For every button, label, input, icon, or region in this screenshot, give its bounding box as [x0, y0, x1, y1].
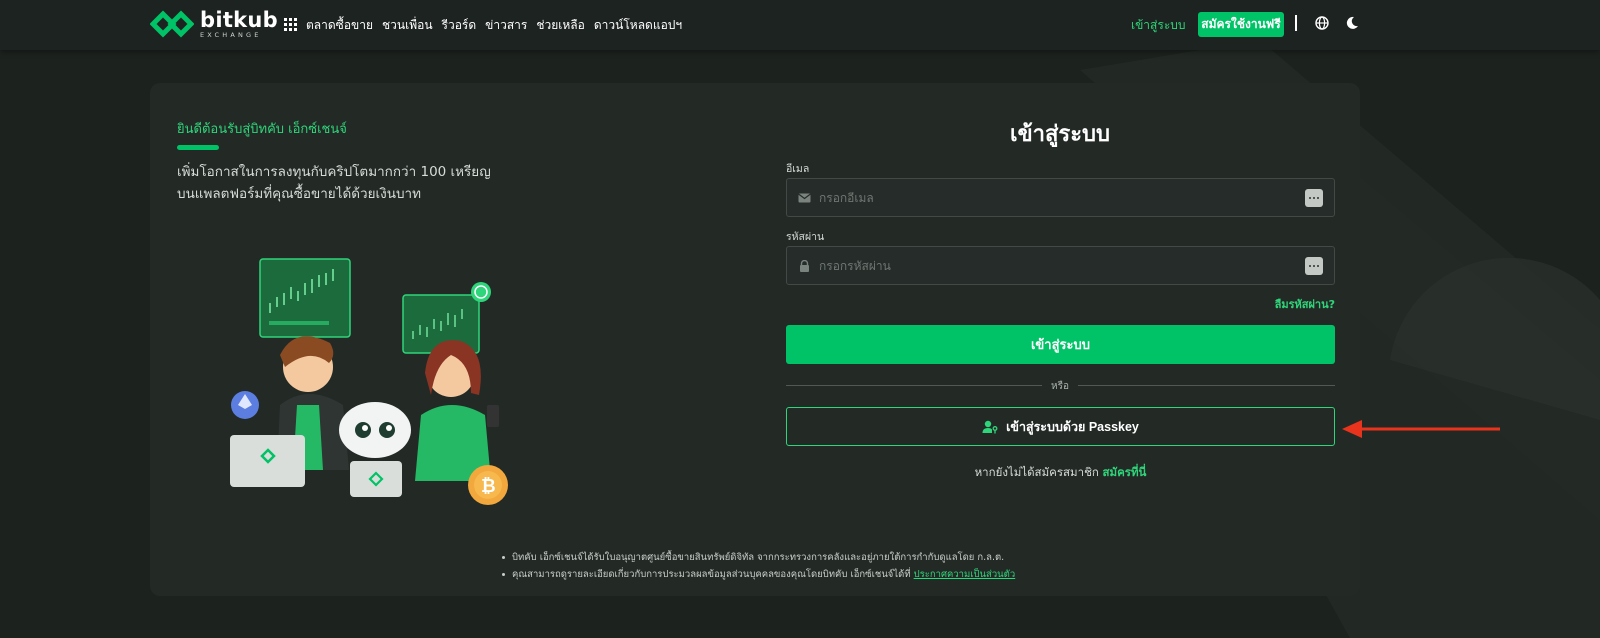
nav-divider	[1295, 15, 1297, 31]
login-submit-button[interactable]: เข้าสู่ระบบ	[786, 325, 1335, 364]
globe-icon[interactable]	[1315, 16, 1329, 30]
passkey-login-button[interactable]: เข้าสู่ระบบด้วย Passkey	[786, 407, 1335, 446]
password-field[interactable]	[786, 246, 1335, 285]
no-account-text: หากยังไม่ได้สมัครสมาชิก	[974, 465, 1099, 479]
password-manager-icon[interactable]	[1305, 189, 1323, 207]
logo-subtitle: EXCHANGE	[200, 30, 262, 39]
intro-line-2: บนแพลตฟอร์มที่คุณซื้อขายได้ด้วยเงินบาท	[177, 186, 421, 202]
password-input[interactable]	[819, 247, 1289, 284]
welcome-heading: ยินดีต้อนรับสู่บิทคับ เอ็กซ์เชนจ์	[177, 122, 347, 137]
user-key-icon	[982, 420, 998, 433]
nav-link-invite[interactable]: ชวนเพื่อน	[382, 16, 433, 35]
lock-icon	[800, 260, 809, 272]
logo-wordmark: bitkub	[200, 7, 279, 32]
nav-link-market[interactable]: ตลาดซื้อขาย	[306, 16, 373, 35]
privacy-notice-link[interactable]: ประกาศความเป็นส่วนตัว	[914, 569, 1016, 580]
email-label: อีเมล	[786, 163, 810, 175]
register-link[interactable]: สมัครที่นี่	[1103, 465, 1147, 479]
nav-link-help[interactable]: ช่วยเหลือ	[536, 16, 585, 35]
license-note-text: บิทคับ เอ็กซ์เชนจ์ได้รับใบอนุญาตศูนย์ซื้…	[512, 552, 1005, 563]
or-text: หรือ	[1051, 381, 1069, 392]
privacy-note: คุณสามารถดูรายละเอียดเกี่ยวกับการประมวลผ…	[500, 566, 1060, 583]
or-divider-left	[786, 385, 1042, 386]
nav-link-download[interactable]: ดาวน์โหลดแอปฯ	[594, 16, 682, 35]
intro-line-1: เพิ่มโอกาสในการลงทุนกับคริปโตมากกว่า 100…	[177, 164, 491, 180]
password-manager-icon[interactable]	[1305, 257, 1323, 275]
bitkub-logo[interactable]: bitkub EXCHANGE	[150, 9, 278, 39]
or-divider-right	[1078, 385, 1335, 386]
email-field[interactable]	[786, 178, 1335, 217]
nav-login-link[interactable]: เข้าสู่ระบบ	[1131, 16, 1186, 35]
email-input[interactable]	[819, 179, 1289, 216]
privacy-note-text: คุณสามารถดูรายละเอียดเกี่ยวกับการประมวลผ…	[512, 569, 911, 580]
login-title: เข้าสู่ระบบ	[1010, 122, 1110, 147]
moon-icon[interactable]	[1346, 16, 1359, 30]
nav-link-news[interactable]: ข่าวสาร	[485, 16, 527, 35]
svg-text:₿: ₿	[481, 476, 496, 497]
red-arrow-annotation	[1342, 420, 1500, 438]
register-prompt: หากยังไม่ได้สมัครสมาชิก สมัครที่นี่	[786, 464, 1335, 482]
license-note: บิทคับ เอ็กซ์เชนจ์ได้รับใบอนุญาตศูนย์ซื้…	[500, 549, 1060, 566]
nav-link-reward[interactable]: รีวอร์ด	[442, 16, 477, 35]
intro-description: เพิ่มโอกาสในการลงทุนกับคริปโตมากกว่า 100…	[177, 161, 497, 205]
nav-links: ตลาดซื้อขาย ชวนเพื่อน รีวอร์ด ข่าวสาร ช่…	[306, 16, 682, 35]
bitkub-logo-icon	[150, 10, 194, 38]
trading-illustration: ₿	[230, 258, 508, 505]
footer-notes: บิทคับ เอ็กซ์เชนจ์ได้รับใบอนุญาตศูนย์ซื้…	[500, 549, 1060, 583]
heading-underline	[177, 145, 219, 150]
top-navigation: bitkub EXCHANGE ตลาดซื้อขาย ชวนเพื่อน รี…	[0, 0, 1600, 50]
password-label: รหัสผ่าน	[786, 231, 825, 243]
signup-button[interactable]: สมัครใช้งานฟรี	[1198, 12, 1284, 37]
envelope-icon	[798, 193, 811, 203]
passkey-button-label: เข้าสู่ระบบด้วย Passkey	[1006, 419, 1139, 434]
grid-icon[interactable]	[284, 18, 297, 31]
forgot-password-link[interactable]: ลืมรหัสผ่าน?	[1253, 295, 1335, 313]
login-card: ยินดีต้อนรับสู่บิทคับ เอ็กซ์เชนจ์ เพิ่มโ…	[150, 83, 1360, 596]
